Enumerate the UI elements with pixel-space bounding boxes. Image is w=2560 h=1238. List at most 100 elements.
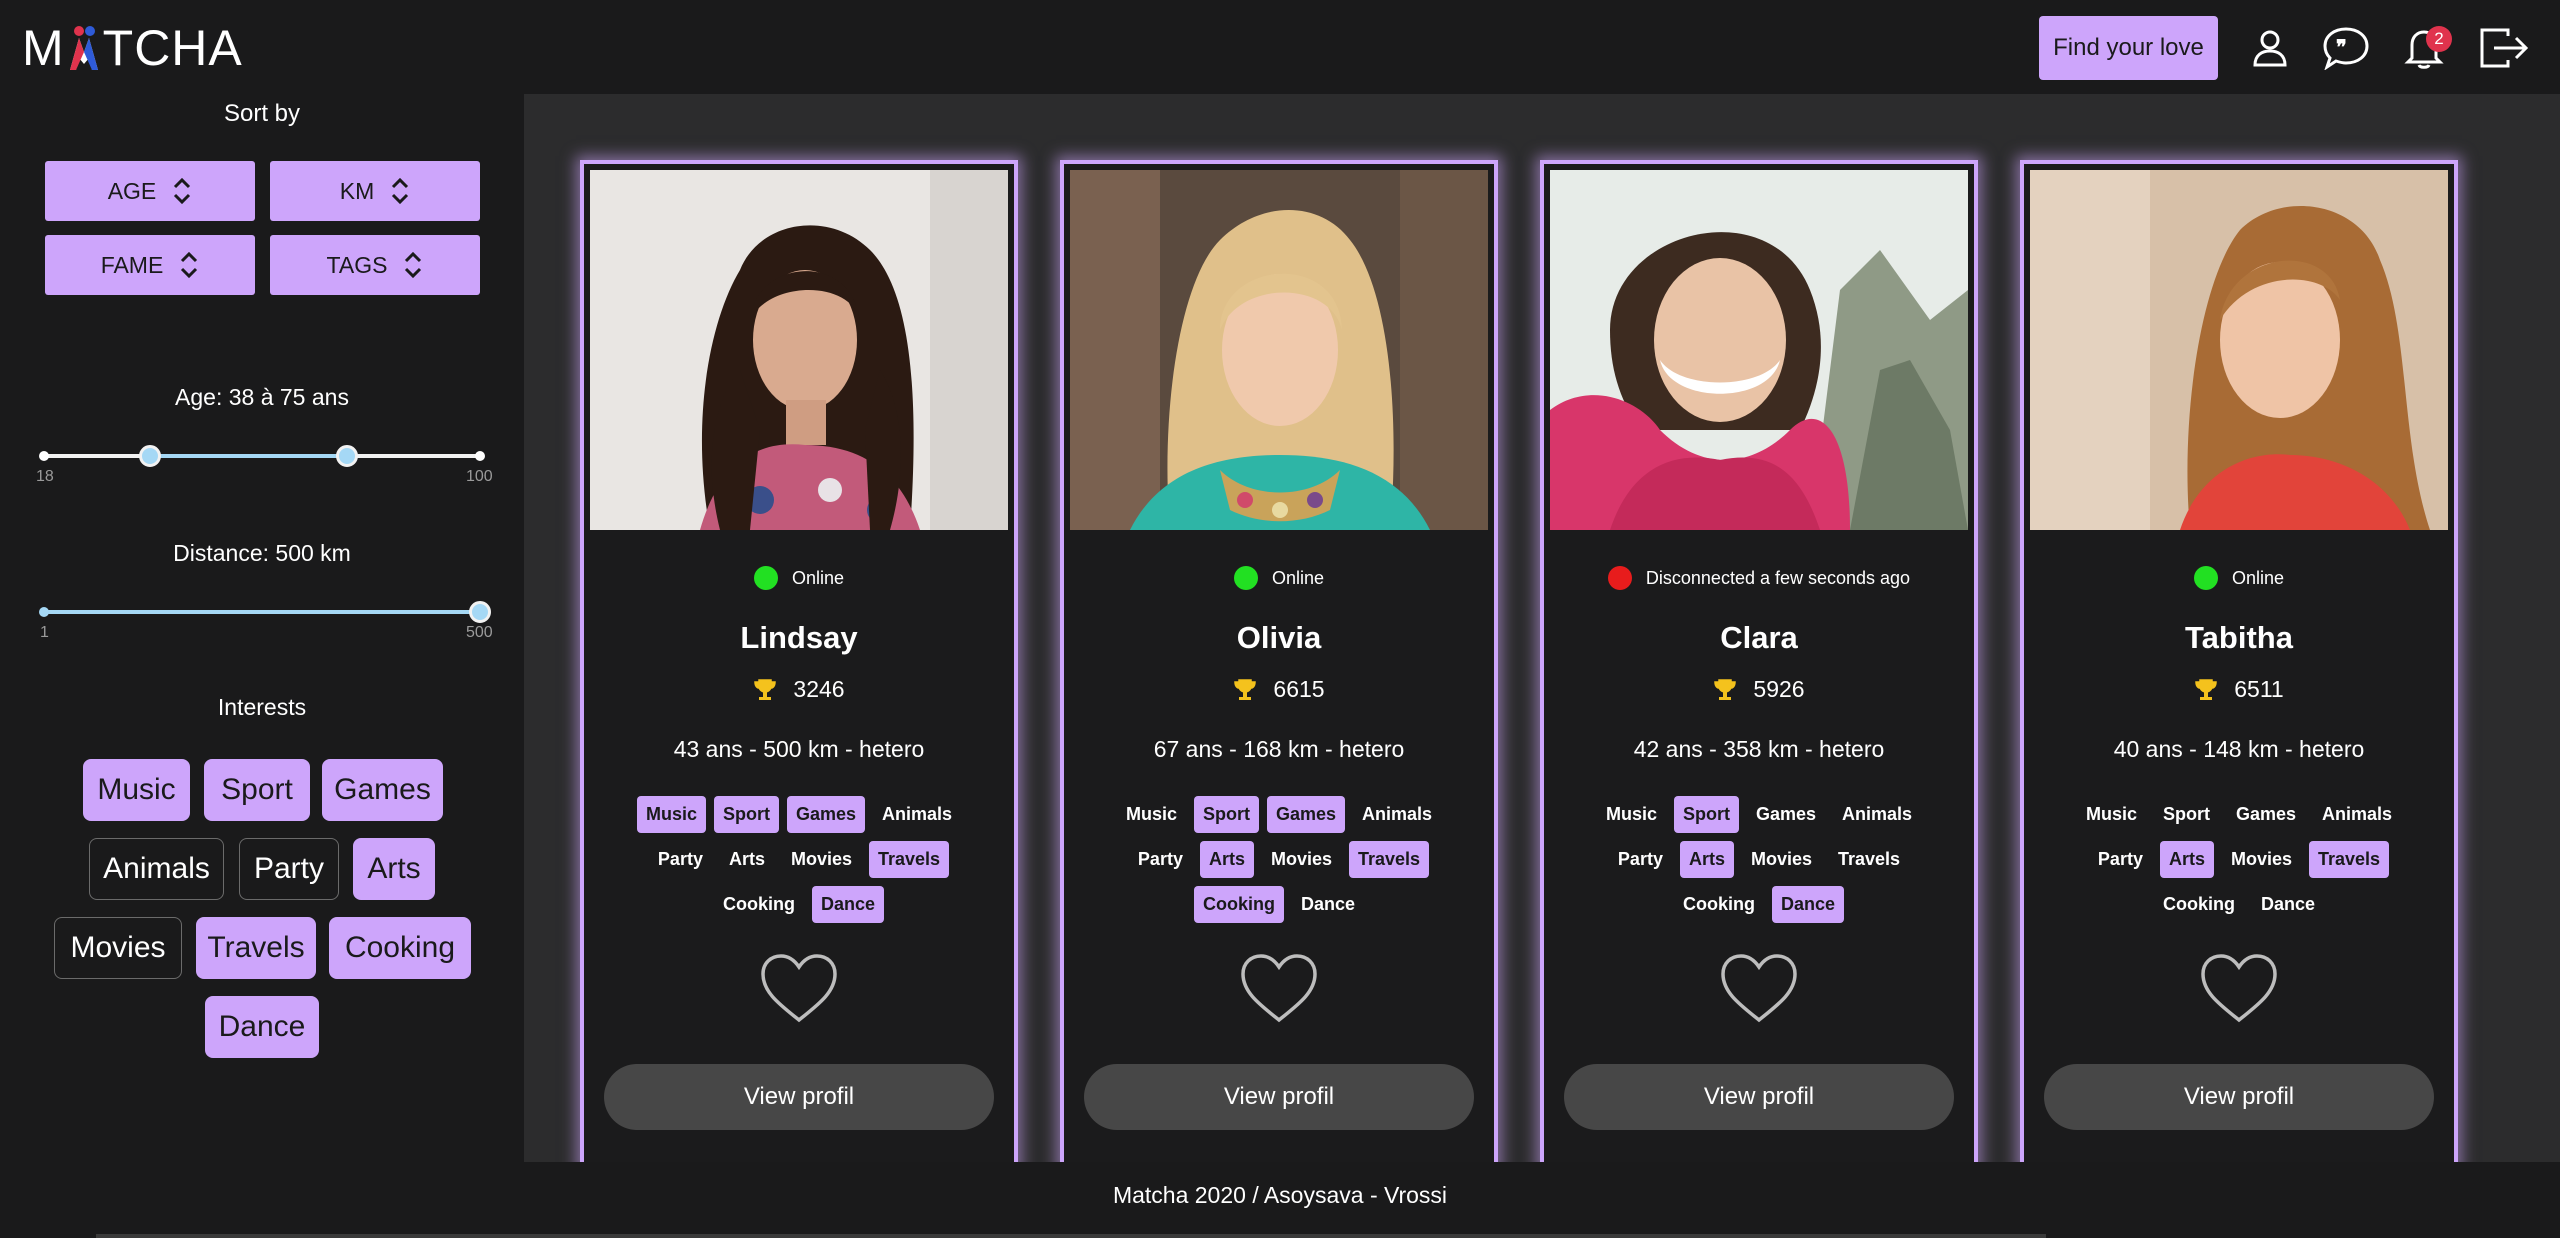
interest-chip-cooking[interactable]: Cooking	[329, 917, 471, 979]
age-max-handle[interactable]	[336, 445, 359, 467]
horizontal-scrollbar[interactable]	[96, 1234, 2046, 1238]
age-range-slider[interactable]	[39, 445, 485, 467]
interest-chip-games[interactable]: Games	[322, 759, 443, 821]
profile-photo[interactable]	[2030, 170, 2448, 530]
view-profile-button[interactable]: View profil	[1084, 1064, 1474, 1130]
like-heart-icon[interactable]	[1719, 952, 1799, 1024]
profile-name: Clara	[1720, 620, 1798, 655]
slider-max-dot	[475, 451, 485, 461]
tag-music: Music	[1605, 804, 1657, 824]
status-text: Online	[2231, 567, 2285, 588]
tag-music: Music	[636, 796, 706, 833]
filter-sidebar: Sort by AGE KM FAME TAGS Age: 38 à 75 an…	[0, 94, 524, 1162]
online-status: Online	[1064, 566, 1494, 590]
matcha-logo[interactable]: M TCHA	[22, 22, 243, 74]
tag-games: Games	[1755, 804, 1817, 824]
slider-min-dot	[39, 607, 49, 617]
age-min-label: 18	[36, 468, 54, 485]
tag-travels: Travels	[1838, 849, 1901, 869]
profile-photo[interactable]	[1070, 170, 1488, 530]
like-heart-icon[interactable]	[2199, 952, 2279, 1024]
tag-party: Party	[1617, 849, 1663, 869]
sort-km-button[interactable]: KM	[270, 161, 480, 221]
sort-age-button[interactable]: AGE	[45, 161, 255, 221]
status-dot-icon	[1233, 566, 1258, 590]
tag-games: Games	[786, 796, 866, 833]
online-status: Disconnected a few seconds ago	[1544, 566, 1974, 590]
interest-chip-party[interactable]: Party	[239, 838, 339, 900]
tag-arts: Arts	[1199, 841, 1254, 878]
fame-score: 6615	[1064, 676, 1494, 703]
tag-cooking: Cooking	[722, 894, 795, 914]
sort-tags-label: TAGS	[326, 251, 388, 278]
like-heart-icon[interactable]	[759, 952, 839, 1024]
logo-letter-m: M	[22, 20, 65, 76]
sort-arrows-icon	[405, 251, 422, 279]
tag-dance: Dance	[2260, 894, 2316, 914]
logout-icon[interactable]	[2476, 20, 2532, 76]
age-min-handle[interactable]	[139, 445, 162, 467]
notification-badge: 2	[2426, 26, 2452, 52]
fame-score: 3246	[584, 676, 1014, 703]
sort-arrows-icon	[181, 251, 198, 279]
trophy-icon	[2195, 678, 2218, 700]
tag-dance: Dance	[811, 886, 885, 923]
profile-card: Online Olivia 6615 67 ans - 168 km - het…	[1060, 160, 1498, 1170]
age-max-label: 100	[466, 468, 493, 485]
tag-games: Games	[1266, 796, 1346, 833]
status-dot-icon	[1607, 566, 1632, 590]
like-heart-icon[interactable]	[1239, 952, 1319, 1024]
profile-tags: Music Sport Games Animals Party Arts Movies Tra…	[2064, 796, 2414, 923]
distance-handle[interactable]	[469, 601, 491, 623]
status-text: Disconnected a few seconds ago	[1645, 567, 1911, 588]
view-profile-button[interactable]: View profil	[2044, 1064, 2434, 1130]
profile-name: Olivia	[1236, 620, 1322, 655]
interest-chip-dance[interactable]: Dance	[205, 996, 319, 1058]
interest-chip-movies[interactable]: Movies	[54, 917, 182, 979]
tag-travels: Travels	[1349, 841, 1430, 878]
user-icon[interactable]	[2242, 20, 2298, 76]
fame-score: 5926	[1544, 676, 1974, 703]
tag-animals: Animals	[882, 804, 953, 824]
tag-sport: Sport	[1673, 796, 1739, 833]
sort-fame-button[interactable]: FAME	[45, 235, 255, 295]
tag-music: Music	[1125, 804, 1177, 824]
tag-movies: Movies	[790, 849, 852, 869]
svg-text:❞: ❞	[2336, 37, 2347, 59]
slider-min-dot	[39, 451, 49, 461]
sort-arrows-icon	[174, 177, 191, 205]
tag-cooking: Cooking	[1193, 886, 1284, 923]
tag-animals: Animals	[1362, 804, 1433, 824]
profile-meta: 43 ans - 500 km - hetero	[673, 736, 925, 762]
interest-chip-arts[interactable]: Arts	[353, 838, 435, 900]
profiles-area: Online Lindsay 3246 43 ans - 500 km - he…	[524, 94, 2560, 1170]
interest-chip-animals[interactable]: Animals	[89, 838, 224, 900]
status-text: Online	[1271, 567, 1325, 588]
tag-party: Party	[1137, 849, 1183, 869]
view-profile-button[interactable]: View profil	[604, 1064, 994, 1130]
sort-tags-button[interactable]: TAGS	[270, 235, 480, 295]
view-profile-button[interactable]: View profil	[1564, 1064, 1954, 1130]
tag-arts: Arts	[2159, 841, 2214, 878]
fame-score: 6511	[2024, 676, 2454, 703]
distance-label: Distance: 500 km	[173, 540, 351, 566]
find-your-love-button[interactable]: Find your love	[2039, 16, 2218, 80]
tag-dance: Dance	[1300, 894, 1356, 914]
age-range-label: Age: 38 à 75 ans	[175, 384, 349, 410]
interests-title: Interests	[217, 694, 307, 720]
profile-card: Online Tabitha 6511 40 ans - 148 km - he…	[2020, 160, 2458, 1170]
profile-photo[interactable]	[1550, 170, 1968, 530]
profile-name: Lindsay	[740, 620, 858, 655]
distance-slider[interactable]	[39, 601, 491, 623]
trophy-icon	[754, 678, 777, 700]
notification-bell-icon[interactable]: 2	[2396, 20, 2452, 76]
interest-chip-music[interactable]: Music	[83, 759, 190, 821]
interest-chip-sport[interactable]: Sport	[204, 759, 310, 821]
interest-chip-travels[interactable]: Travels	[196, 917, 316, 979]
tag-dance: Dance	[1771, 886, 1845, 923]
tag-arts: Arts	[728, 849, 765, 869]
chat-icon[interactable]: ❞	[2318, 20, 2374, 76]
logo-letters-tcha: TCHA	[102, 20, 243, 76]
tag-sport: Sport	[713, 796, 779, 833]
profile-photo[interactable]	[590, 170, 1008, 530]
